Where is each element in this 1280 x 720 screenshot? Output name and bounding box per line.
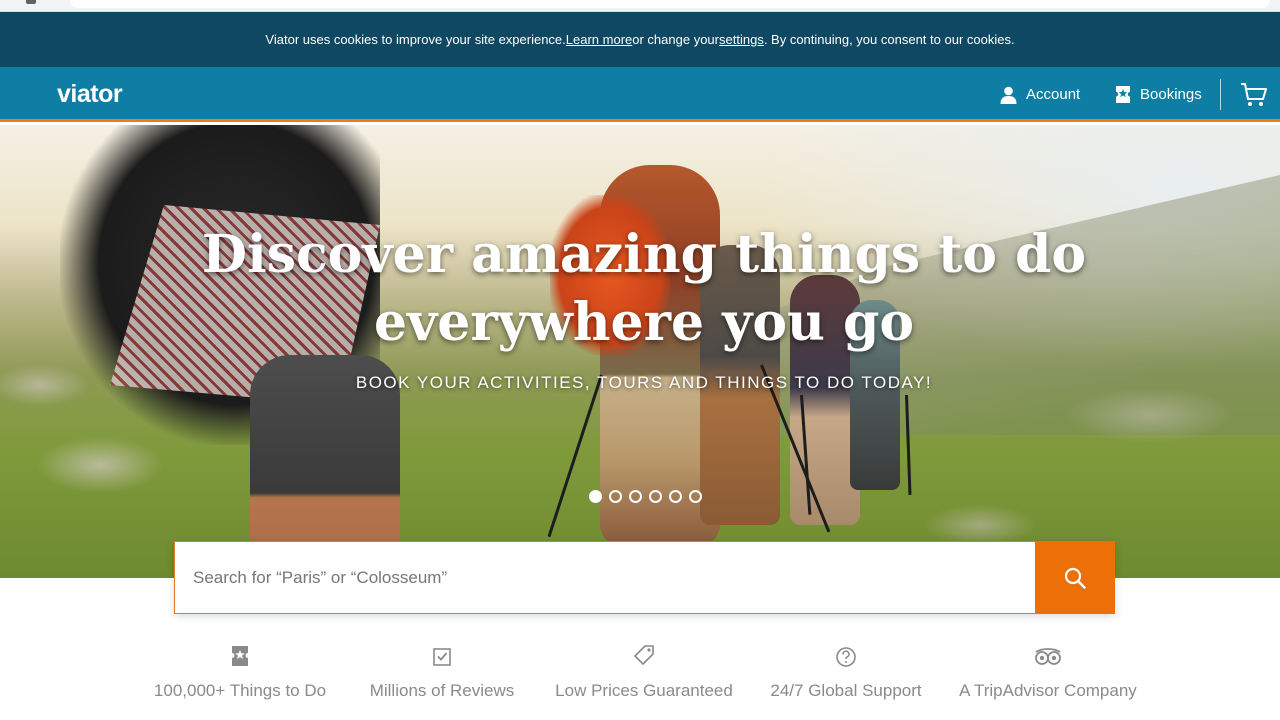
- carousel-dot-2[interactable]: [609, 490, 622, 503]
- checkbox-icon: [433, 648, 451, 666]
- cookie-banner-text-middle: or change your: [632, 32, 719, 47]
- carousel-dot-3[interactable]: [629, 490, 642, 503]
- settings-link[interactable]: settings: [719, 32, 764, 47]
- carousel-dot-6[interactable]: [689, 490, 702, 503]
- search-button[interactable]: [1035, 541, 1115, 614]
- carousel-dot-4[interactable]: [649, 490, 662, 503]
- cookie-banner: Viator uses cookies to improve your site…: [0, 12, 1280, 67]
- feature-label: Millions of Reviews: [369, 681, 515, 700]
- nav-divider: [1220, 79, 1221, 110]
- search-bar: [174, 541, 1115, 614]
- ticket-icon: [232, 646, 248, 666]
- features-row: 100,000+ Things to Do Millions of Review…: [140, 640, 1140, 720]
- search-icon: [1064, 567, 1086, 589]
- browser-tab-edge: [26, 0, 36, 4]
- bookings-label: Bookings: [1140, 86, 1202, 103]
- carousel-dots: [589, 490, 702, 503]
- bookings-link[interactable]: Bookings: [1115, 67, 1202, 122]
- hero-title-line-1: Discover amazing things to do: [201, 224, 1087, 285]
- carousel-dot-5[interactable]: [669, 490, 682, 503]
- feature-support: 24/7 Global Support: [746, 640, 946, 702]
- hero-title-line-2: everywhere you go: [373, 292, 915, 353]
- carousel-dot-1[interactable]: [589, 490, 602, 503]
- price-tag-icon: [634, 645, 654, 665]
- cookie-banner-text-start: Viator uses cookies to improve your site…: [265, 32, 566, 47]
- site-header: viator Account Bookings: [0, 67, 1280, 122]
- cart-icon[interactable]: [1240, 82, 1268, 108]
- ticket-icon: [1116, 86, 1130, 103]
- browser-address-bar-edge: [70, 0, 1270, 8]
- cookie-banner-text-end: . By continuing, you consent to our cook…: [763, 32, 1015, 47]
- feature-label: 24/7 Global Support: [770, 681, 922, 700]
- feature-label: 100,000+ Things to Do: [153, 681, 327, 700]
- feature-things-to-do: 100,000+ Things to Do: [140, 640, 340, 702]
- feature-tripadvisor: A TripAdvisor Company: [948, 640, 1148, 702]
- account-link[interactable]: Account: [1000, 67, 1080, 122]
- account-label: Account: [1026, 86, 1081, 103]
- hero-subtitle: BOOK YOUR ACTIVITIES, TOURS AND THINGS T…: [355, 373, 933, 392]
- feature-label: Low Prices Guaranteed: [555, 681, 733, 700]
- hero-banner: Discover amazing things to do everywhere…: [0, 125, 1280, 578]
- feature-label: A TripAdvisor Company: [959, 681, 1137, 700]
- feature-low-prices: Low Prices Guaranteed: [544, 640, 744, 702]
- user-icon: [1000, 86, 1017, 104]
- owl-icon: [1035, 648, 1061, 665]
- browser-top-strip: [0, 0, 1280, 12]
- learn-more-link[interactable]: Learn more: [566, 32, 632, 47]
- help-circle-icon: [836, 647, 856, 667]
- search-input[interactable]: [174, 541, 1035, 614]
- feature-reviews: Millions of Reviews: [342, 640, 542, 702]
- hero-title: Discover amazing things to do everywhere…: [0, 221, 1280, 357]
- viator-logo[interactable]: viator: [57, 80, 123, 109]
